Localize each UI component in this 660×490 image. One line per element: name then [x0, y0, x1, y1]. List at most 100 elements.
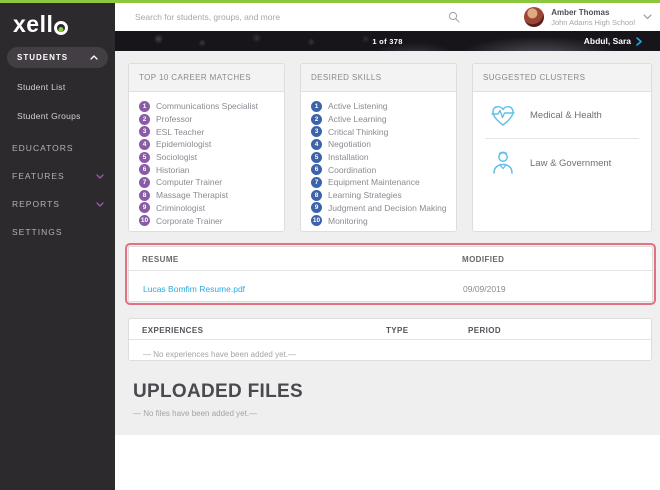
- column-type: TYPE: [386, 326, 409, 335]
- rank-badge: 3: [311, 126, 322, 137]
- sidebar-item-student-groups[interactable]: Student Groups: [17, 111, 81, 121]
- desired-skill-item[interactable]: 8Learning Strategies: [311, 189, 456, 202]
- column-period: PERIOD: [468, 326, 501, 335]
- pagination-count: 1 of 378: [115, 37, 660, 46]
- career-matches-card: TOP 10 CAREER MATCHES 1Communications Sp…: [128, 63, 285, 232]
- sidebar-item-label: REPORTS: [12, 199, 60, 209]
- sidebar-item-student-list[interactable]: Student List: [17, 82, 66, 92]
- column-experiences: EXPERIENCES: [142, 326, 203, 335]
- rank-badge: 1: [139, 101, 150, 112]
- career-match-item[interactable]: 8Massage Therapist: [139, 189, 284, 202]
- resume-file-link[interactable]: Lucas Bomfim Resume.pdf: [143, 284, 245, 294]
- sidebar-item-settings[interactable]: SETTINGS: [12, 227, 104, 237]
- search-input[interactable]: [135, 3, 535, 31]
- experiences-empty-text: — No experiences have been added yet.—: [143, 350, 296, 359]
- desired-skill-item[interactable]: 5Installation: [311, 151, 456, 164]
- chevron-down-icon: [96, 174, 104, 179]
- desired-skill-item[interactable]: 2Active Learning: [311, 113, 456, 126]
- logo-o-icon: [54, 21, 68, 35]
- career-match-item[interactable]: 3ESL Teacher: [139, 125, 284, 138]
- sidebar-item-students[interactable]: STUDENTS: [7, 47, 108, 68]
- student-banner: 1 of 378 Abdul, Sara: [115, 31, 660, 51]
- student-name-nav[interactable]: Abdul, Sara: [584, 36, 642, 46]
- user-name: Amber Thomas: [551, 8, 635, 18]
- logo-text: xell: [13, 11, 53, 38]
- desired-skill-item[interactable]: 6Coordination: [311, 163, 456, 176]
- student-name: Abdul, Sara: [584, 36, 631, 46]
- sidebar-item-label: SETTINGS: [12, 227, 63, 237]
- sidebar-item-reports[interactable]: REPORTS: [12, 199, 104, 209]
- rank-badge: 7: [139, 177, 150, 188]
- rank-badge: 5: [311, 152, 322, 163]
- suggested-clusters-card: SUGGESTED CLUSTERS Medical & Health Law …: [472, 63, 652, 232]
- rank-badge: 7: [311, 177, 322, 188]
- user-menu[interactable]: Amber Thomas John Adams High School: [524, 3, 656, 31]
- rank-badge: 10: [139, 215, 150, 226]
- top-header: Amber Thomas John Adams High School: [115, 3, 660, 31]
- rank-badge: 2: [139, 114, 150, 125]
- career-match-item[interactable]: 2Professor: [139, 113, 284, 126]
- sidebar-item-features[interactable]: FEATURES: [12, 171, 104, 181]
- rank-badge: 3: [139, 126, 150, 137]
- rank-badge: 4: [139, 139, 150, 150]
- cluster-item-medical-health[interactable]: Medical & Health: [473, 92, 651, 138]
- resume-modified-date: 09/09/2019: [463, 284, 506, 294]
- chevron-up-icon: [90, 55, 98, 60]
- suggested-clusters-title: SUGGESTED CLUSTERS: [473, 64, 651, 92]
- heart-pulse-icon: [489, 102, 517, 128]
- brand-accent-strip: [0, 0, 660, 3]
- desired-skill-item[interactable]: 7Equipment Maintenance: [311, 176, 456, 189]
- career-match-item[interactable]: 7Computer Trainer: [139, 176, 284, 189]
- rank-badge: 9: [311, 202, 322, 213]
- law-person-icon: [489, 149, 517, 177]
- column-modified: MODIFIED: [462, 255, 504, 264]
- column-resume: RESUME: [142, 255, 179, 264]
- desired-skill-item[interactable]: 3Critical Thinking: [311, 125, 456, 138]
- sidebar-item-label: EDUCATORS: [12, 143, 74, 153]
- desired-skill-item[interactable]: 9Judgment and Decision Making: [311, 202, 456, 215]
- desired-skills-title: DESIRED SKILLS: [301, 64, 456, 92]
- desired-skill-item[interactable]: 10Monitoring: [311, 214, 456, 227]
- career-match-item[interactable]: 9Criminologist: [139, 202, 284, 215]
- user-school: John Adams High School: [551, 18, 635, 27]
- career-matches-title: TOP 10 CAREER MATCHES: [129, 64, 284, 92]
- sidebar-item-label: FEATURES: [12, 171, 65, 181]
- resume-table: RESUME MODIFIED Lucas Bomfim Resume.pdf …: [128, 246, 653, 302]
- career-match-item[interactable]: 1Communications Specialist: [139, 100, 284, 113]
- resume-highlight-annotation: RESUME MODIFIED Lucas Bomfim Resume.pdf …: [125, 243, 656, 305]
- rank-badge: 4: [311, 139, 322, 150]
- cluster-item-law-government[interactable]: Law & Government: [473, 139, 651, 187]
- career-matches-list: 1Communications Specialist 2Professor 3E…: [129, 92, 284, 227]
- chevron-right-icon: [636, 37, 642, 46]
- xello-logo[interactable]: xell: [13, 11, 68, 38]
- cluster-label: Law & Government: [530, 158, 611, 169]
- rank-badge: 8: [311, 190, 322, 201]
- chevron-down-icon: [643, 14, 652, 20]
- rank-badge: 8: [139, 190, 150, 201]
- career-match-item[interactable]: 6Historian: [139, 163, 284, 176]
- sidebar-item-label: STUDENTS: [17, 53, 68, 62]
- avatar: [524, 7, 544, 27]
- cluster-label: Medical & Health: [530, 110, 602, 121]
- rank-badge: 5: [139, 152, 150, 163]
- rank-badge: 9: [139, 202, 150, 213]
- rank-badge: 6: [311, 164, 322, 175]
- desired-skill-item[interactable]: 1Active Listening: [311, 100, 456, 113]
- rank-badge: 2: [311, 114, 322, 125]
- career-match-item[interactable]: 4Epidemiologist: [139, 138, 284, 151]
- desired-skills-card: DESIRED SKILLS 1Active Listening 2Active…: [300, 63, 457, 232]
- experiences-table-header: EXPERIENCES TYPE PERIOD: [129, 319, 651, 340]
- sidebar: xell STUDENTS Student List Student Group…: [0, 0, 115, 490]
- uploaded-files-title: UPLOADED FILES: [133, 381, 303, 403]
- uploaded-files-empty-text: — No files have been added yet.—: [133, 409, 257, 418]
- desired-skills-list: 1Active Listening 2Active Learning 3Crit…: [301, 92, 456, 227]
- resume-table-header: RESUME MODIFIED: [129, 247, 652, 271]
- desired-skill-item[interactable]: 4Negotiation: [311, 138, 456, 151]
- career-match-item[interactable]: 10Corporate Trainer: [139, 214, 284, 227]
- experiences-table: EXPERIENCES TYPE PERIOD — No experiences…: [128, 318, 652, 361]
- chevron-down-icon: [96, 202, 104, 207]
- search-icon[interactable]: [448, 11, 460, 23]
- rank-badge: 10: [311, 215, 322, 226]
- career-match-item[interactable]: 5Sociologist: [139, 151, 284, 164]
- sidebar-item-educators[interactable]: EDUCATORS: [12, 143, 104, 153]
